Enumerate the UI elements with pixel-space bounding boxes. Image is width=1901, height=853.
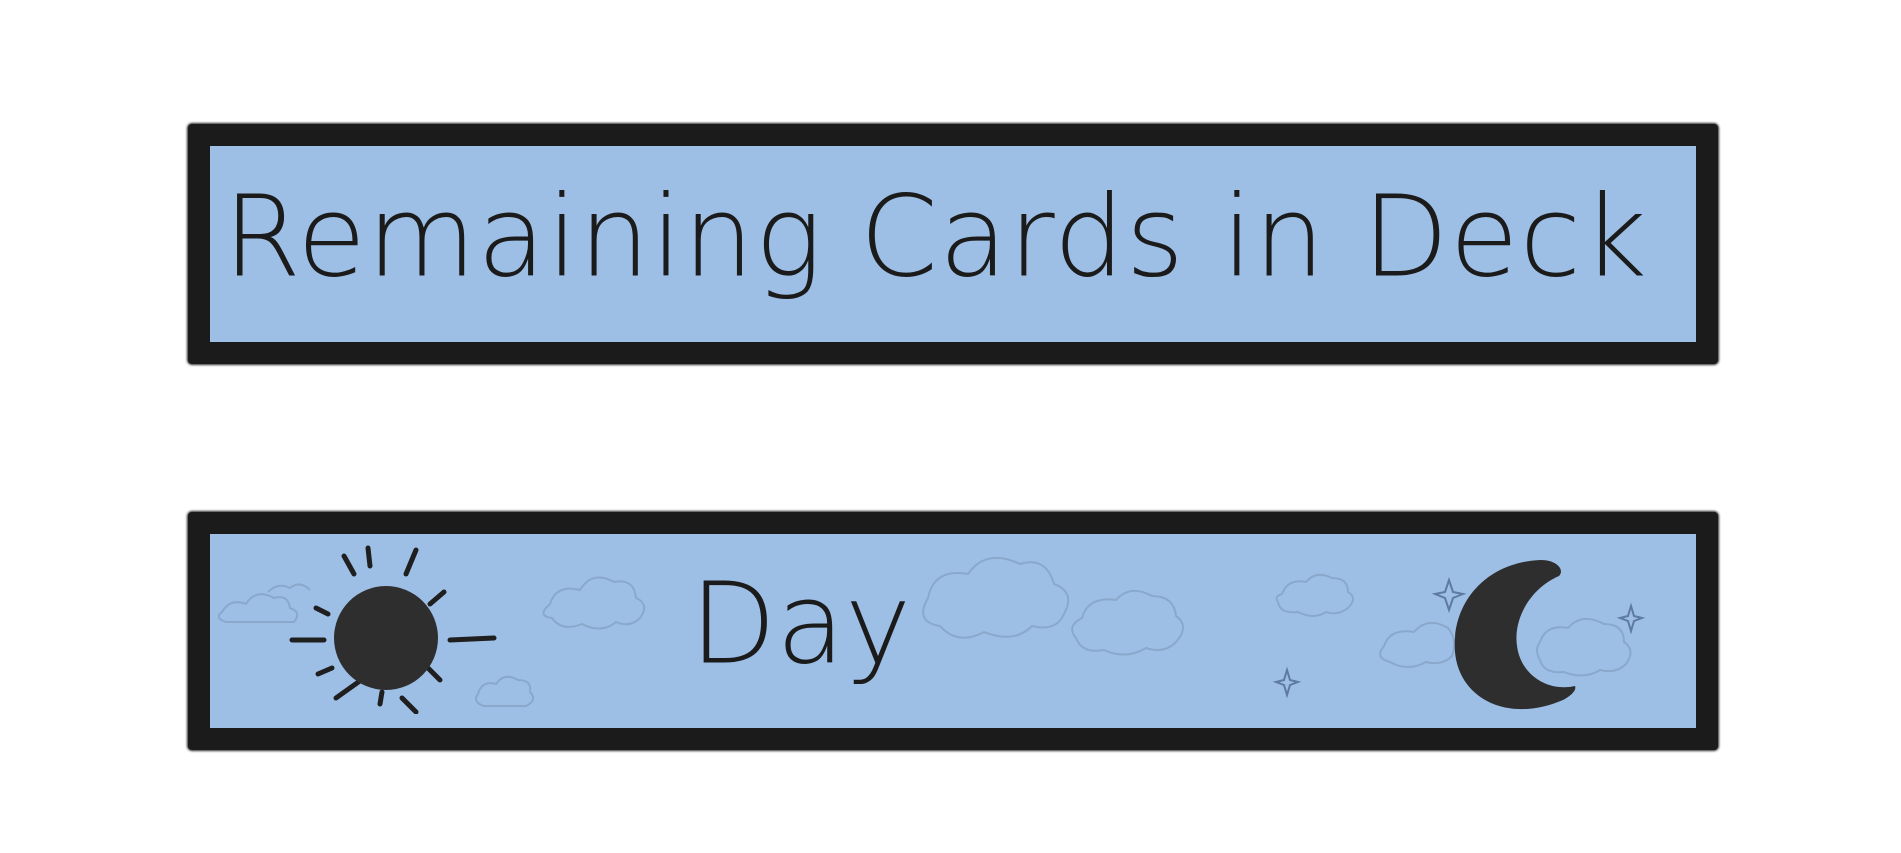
cloud-icon (1071, 589, 1184, 656)
cloud-icon (1379, 621, 1456, 668)
remaining-cards-label: Remaining Cards in Deck (223, 172, 1648, 303)
remaining-cards-panel: Remaining Cards in Deck (188, 124, 1718, 364)
star-icon (1272, 666, 1302, 699)
day-phase-label: Day (690, 559, 912, 690)
day-night-panel: Day (188, 512, 1718, 750)
cloud-icon (542, 576, 646, 630)
cloud-icon (922, 556, 1070, 639)
cloud-icon (1275, 573, 1354, 617)
moon-icon (1454, 560, 1576, 710)
star-icon (1616, 602, 1646, 635)
sun-icon (289, 545, 497, 714)
